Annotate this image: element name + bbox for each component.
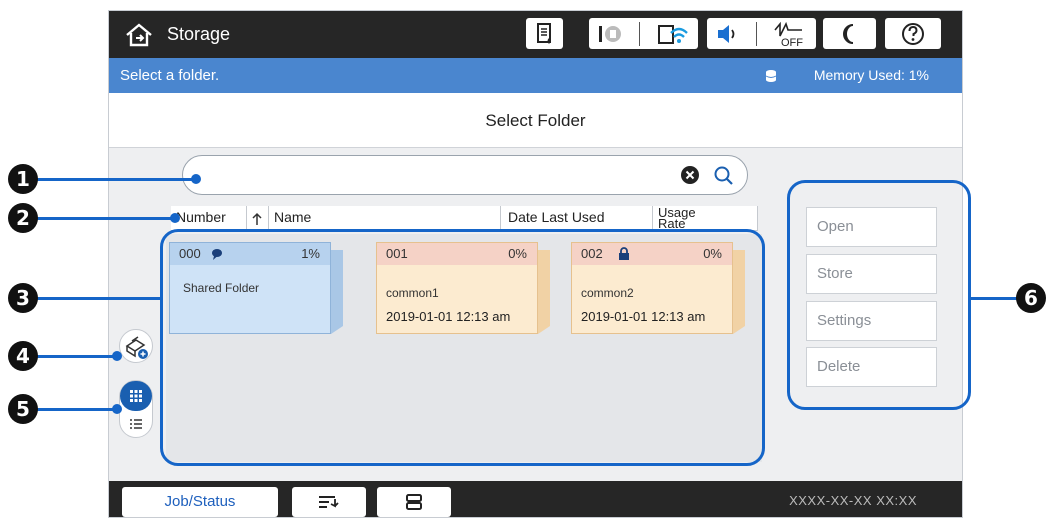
column-date-last-used[interactable]: Date Last Used <box>501 206 653 230</box>
callout-dot <box>170 213 180 223</box>
moon-icon <box>842 23 853 44</box>
bottom-bar: Job/Status XXXX-XX-XX XX:XX <box>109 481 962 517</box>
column-usage-rate[interactable]: Usage Rate <box>653 206 758 230</box>
document-icon <box>536 22 551 44</box>
help-button[interactable] <box>885 18 941 49</box>
message-bar: Select a folder. Memory Used: 1% <box>109 58 962 93</box>
datetime-display: XXXX-XX-XX XX:XX <box>789 493 917 508</box>
power-save-off-icon: OFF <box>774 21 804 48</box>
callout-line-1 <box>30 178 195 181</box>
top-bar: Storage OFF <box>109 11 962 58</box>
callout-line-2 <box>30 217 175 220</box>
column-number[interactable]: Number <box>171 206 247 230</box>
title-bar: Select Folder <box>109 93 962 148</box>
callout-line-6 <box>971 297 1021 300</box>
stop-job-button[interactable] <box>292 487 366 517</box>
search-icon[interactable] <box>713 165 735 187</box>
wifi-icon <box>658 24 688 44</box>
folder-area-highlight <box>160 229 765 466</box>
callout-number-4: 4 <box>8 341 38 371</box>
divider <box>755 21 757 46</box>
callout-number-3: 3 <box>8 283 38 313</box>
callout-number-6: 6 <box>1016 283 1046 313</box>
list-view-button[interactable] <box>120 411 152 437</box>
add-folder-icon <box>125 336 148 359</box>
sound-power-group[interactable]: OFF <box>707 18 816 49</box>
column-number-label: Number <box>176 209 226 225</box>
clear-icon[interactable] <box>681 166 699 184</box>
memory-icon <box>765 70 777 82</box>
column-header-row: Number Name Date Last Used Usage Rate <box>171 206 758 231</box>
job-status-button[interactable]: Job/Status <box>122 487 278 517</box>
job-stop-icon <box>319 496 339 508</box>
app-title: Storage <box>167 24 231 44</box>
search-input[interactable] <box>182 155 748 195</box>
add-folder-button[interactable] <box>119 329 153 363</box>
ink-status-icon <box>599 25 621 42</box>
page-title: Select Folder <box>485 111 586 130</box>
callout-number-5: 5 <box>8 394 38 424</box>
column-usage-label-line2: Rate <box>658 216 686 231</box>
speaker-icon <box>717 24 735 43</box>
callout-line-4 <box>30 355 118 358</box>
list-view-icon <box>130 419 142 429</box>
column-name-label: Name <box>274 209 312 225</box>
off-label: OFF <box>781 37 803 48</box>
divider <box>639 21 640 46</box>
status-sheet-button[interactable] <box>526 18 563 49</box>
column-name[interactable]: Name <box>269 206 501 230</box>
callout-line-3 <box>30 297 162 300</box>
instruction-message: Select a folder. <box>120 67 220 84</box>
column-date-label: Date Last Used <box>508 209 605 225</box>
grid-view-button[interactable] <box>120 381 152 411</box>
callout-dot <box>112 404 122 414</box>
printer-icon <box>406 494 422 510</box>
network-status-group[interactable] <box>589 18 698 49</box>
sleep-button[interactable] <box>823 18 876 49</box>
callout-number-1: 1 <box>8 164 38 194</box>
arrow-up-icon <box>252 212 262 225</box>
memory-used-label: Memory Used: 1% <box>813 67 929 83</box>
callout-number-2: 2 <box>8 203 38 233</box>
help-icon <box>902 22 924 45</box>
sort-ascending-button[interactable] <box>247 206 269 230</box>
action-area-highlight <box>787 180 971 410</box>
home-icon[interactable] <box>124 23 154 47</box>
grid-view-icon <box>130 390 142 402</box>
callout-dot <box>191 174 201 184</box>
device-info-button[interactable] <box>377 487 451 517</box>
callout-dot <box>112 351 122 361</box>
callout-line-5 <box>30 408 118 411</box>
view-toggle <box>119 380 153 438</box>
